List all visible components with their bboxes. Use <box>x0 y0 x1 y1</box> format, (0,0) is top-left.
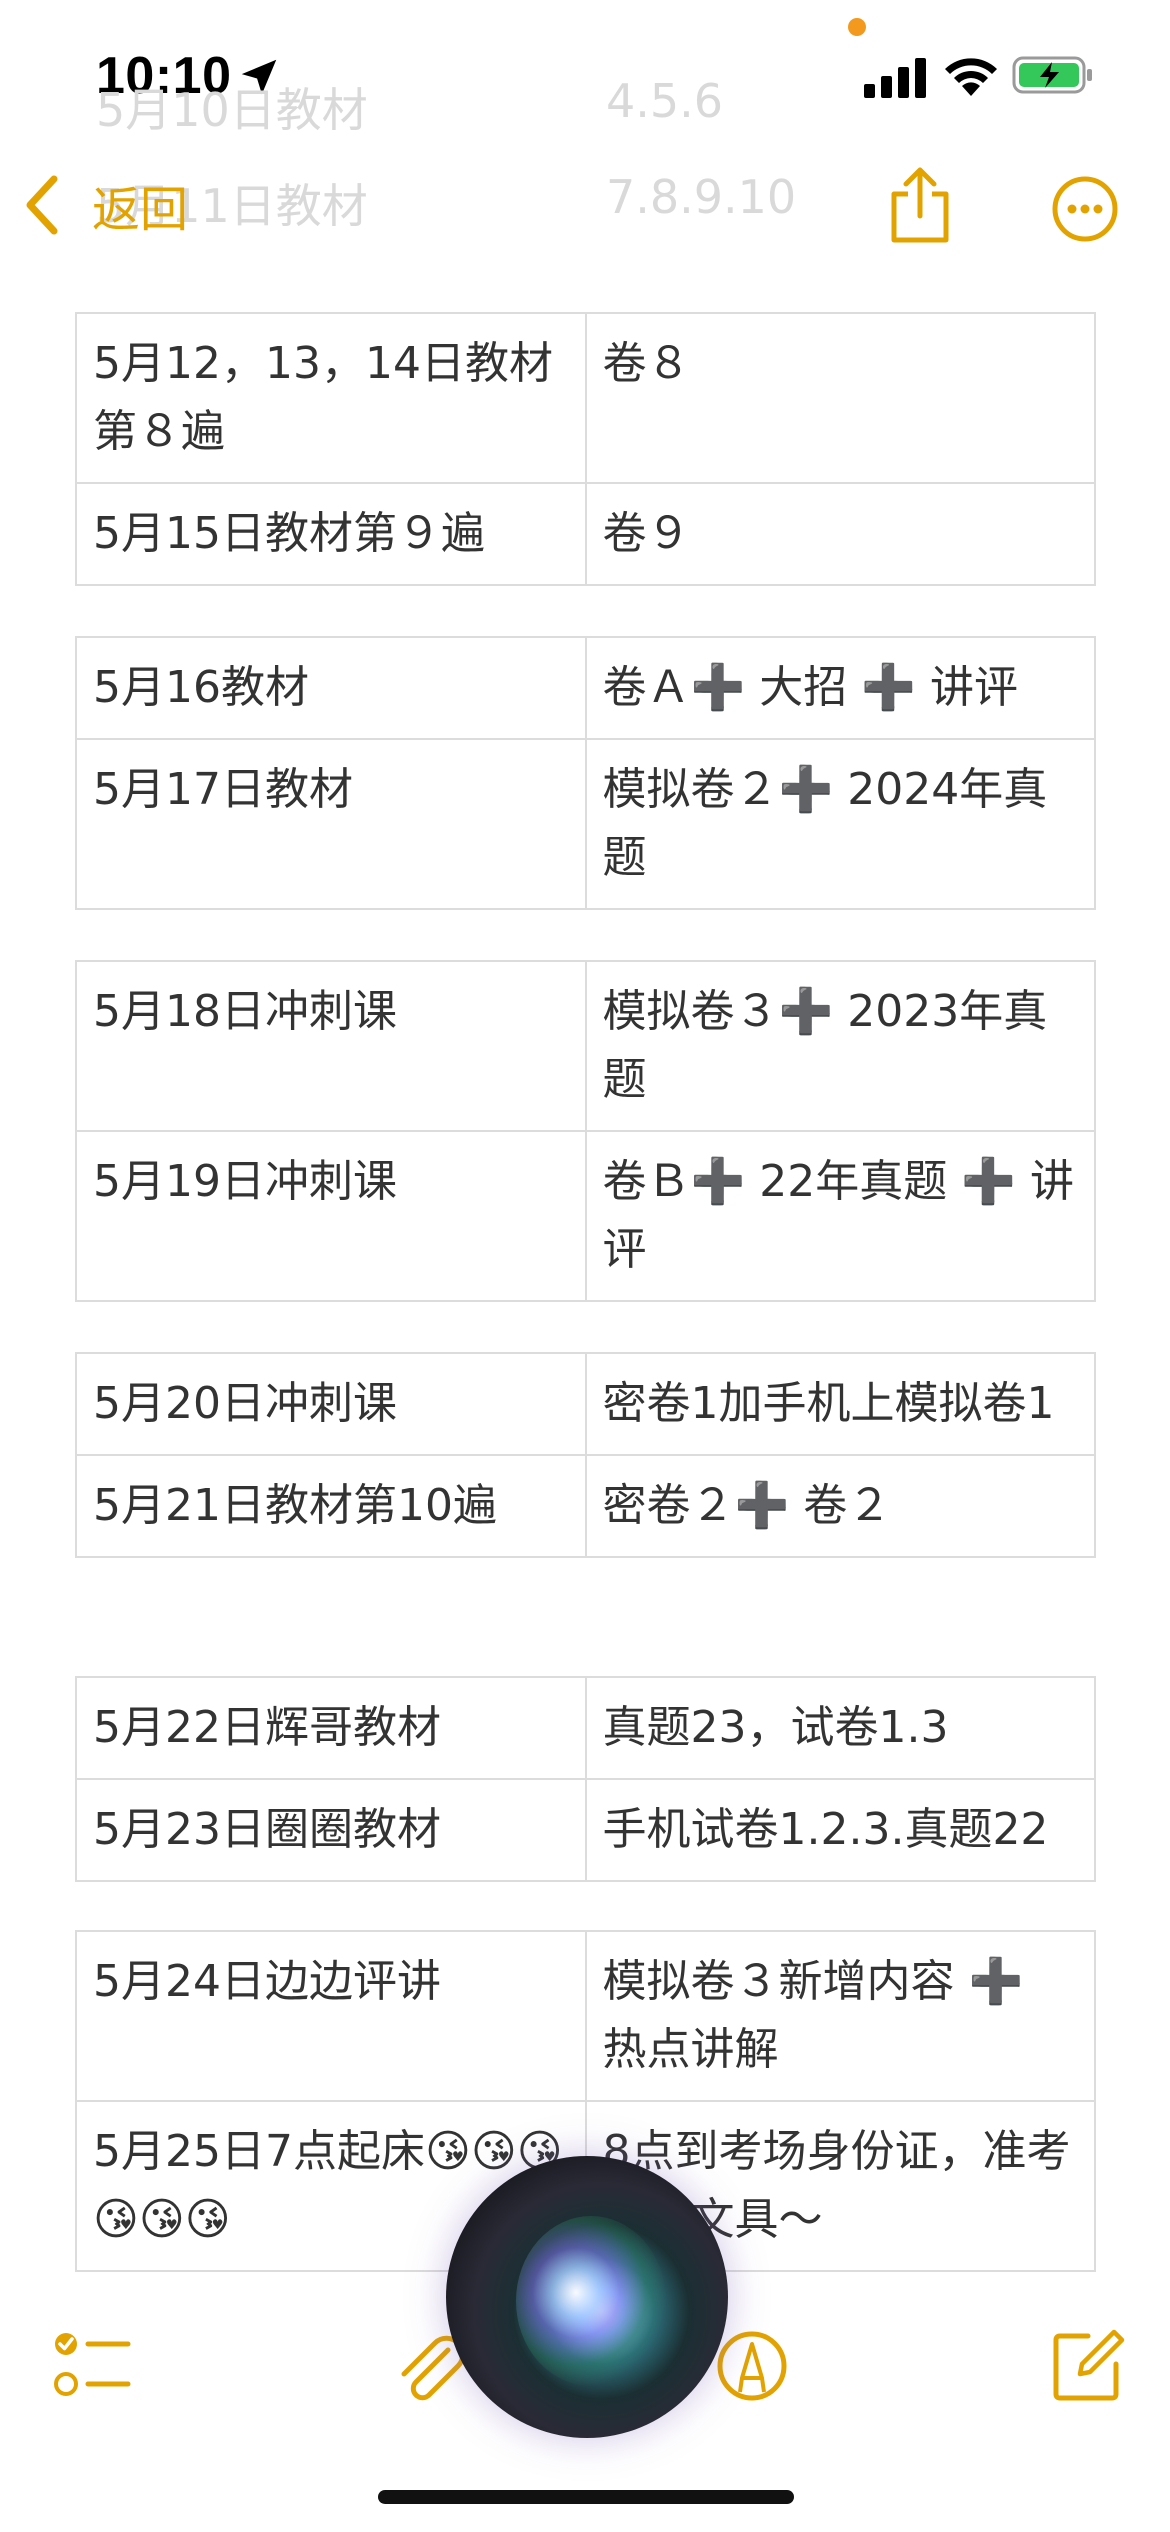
note-table-3[interactable]: 5月18日冲刺课 模拟卷３➕ 2023年真题 5月19日冲刺课 卷Ｂ➕ 22年真… <box>75 960 1096 1302</box>
table-row[interactable]: 5月15日教材第９遍 卷９ <box>75 482 1096 586</box>
back-button[interactable]: 返回 <box>22 170 188 240</box>
table-cell[interactable]: 密卷２➕ 卷２ <box>584 1454 1096 1558</box>
table-cell[interactable]: 5月18日冲刺课 <box>75 960 587 1132</box>
siri-orb[interactable] <box>446 2156 728 2438</box>
privacy-indicator-dot <box>848 18 866 36</box>
table-cell[interactable]: 密卷1加手机上模拟卷1 <box>584 1352 1096 1456</box>
compose-icon[interactable] <box>1050 2324 1126 2402</box>
table-row[interactable]: 5月16教材 卷Ａ➕ 大招 ➕ 讲评 <box>75 636 1096 740</box>
note-table-5[interactable]: 5月22日辉哥教材 真题23，试卷1.3 5月23日圈圈教材 手机试卷1.2.3… <box>75 1676 1096 1882</box>
table-row[interactable]: 5月24日边边评讲 模拟卷３新增内容 ➕ 热点讲解 <box>75 1930 1096 2102</box>
table-cell[interactable]: 5月19日冲刺课 <box>75 1130 587 1302</box>
table-row[interactable]: 5月22日辉哥教材 真题23，试卷1.3 <box>75 1676 1096 1780</box>
note-table-1[interactable]: 5月12，13，14日教材第８遍 卷８ 5月15日教材第９遍 卷９ <box>75 312 1096 586</box>
share-icon[interactable] <box>888 166 952 244</box>
table-cell[interactable]: 5月12，13，14日教材第８遍 <box>75 312 587 484</box>
table-cell[interactable]: 5月22日辉哥教材 <box>75 1676 587 1780</box>
faded-row-left-1: 5月10日教材 <box>96 83 368 137</box>
table-row[interactable]: 5月20日冲刺课 密卷1加手机上模拟卷1 <box>75 1352 1096 1456</box>
chevron-left-icon <box>26 175 58 235</box>
wifi-icon <box>945 58 997 96</box>
siri-glow <box>516 2216 666 2386</box>
table-row[interactable]: 5月19日冲刺课 卷Ｂ➕ 22年真题 ➕ 讲评 <box>75 1130 1096 1302</box>
table-row[interactable]: 5月23日圈圈教材 手机试卷1.2.3.真题22 <box>75 1778 1096 1882</box>
table-cell[interactable]: 5月21日教材第10遍 <box>75 1454 587 1558</box>
signal-icon <box>864 58 926 98</box>
table-cell[interactable]: 5月23日圈圈教材 <box>75 1778 587 1882</box>
home-indicator[interactable] <box>378 2490 794 2504</box>
table-cell[interactable]: 真题23，试卷1.3 <box>584 1676 1096 1780</box>
table-cell[interactable]: 5月16教材 <box>75 636 587 740</box>
table-cell[interactable]: 模拟卷３➕ 2023年真题 <box>584 960 1096 1132</box>
table-cell[interactable]: 手机试卷1.2.3.真题22 <box>584 1778 1096 1882</box>
table-cell[interactable]: 5月24日边边评讲 <box>75 1930 587 2102</box>
markup-pen-icon[interactable] <box>716 2330 788 2402</box>
table-cell[interactable]: 模拟卷２➕ 2024年真题 <box>584 738 1096 910</box>
table-row[interactable]: 5月18日冲刺课 模拟卷３➕ 2023年真题 <box>75 960 1096 1132</box>
table-cell[interactable]: 卷９ <box>584 482 1096 586</box>
table-cell[interactable]: 卷８ <box>584 312 1096 484</box>
table-cell[interactable]: 5月20日冲刺课 <box>75 1352 587 1456</box>
note-table-4[interactable]: 5月20日冲刺课 密卷1加手机上模拟卷1 5月21日教材第10遍 密卷２➕ 卷２ <box>75 1352 1096 1558</box>
faded-row-right-1: 4.5.6 <box>606 74 724 128</box>
table-cell[interactable]: 模拟卷３新增内容 ➕ 热点讲解 <box>584 1930 1096 2102</box>
faded-row-right-2: 7.8.9.10 <box>606 170 797 224</box>
table-row[interactable]: 5月21日教材第10遍 密卷２➕ 卷２ <box>75 1454 1096 1558</box>
table-cell[interactable]: 卷Ｂ➕ 22年真题 ➕ 讲评 <box>584 1130 1096 1302</box>
table-row[interactable]: 5月17日教材 模拟卷２➕ 2024年真题 <box>75 738 1096 910</box>
table-row[interactable]: 5月12，13，14日教材第８遍 卷８ <box>75 312 1096 484</box>
more-icon[interactable] <box>1052 176 1118 242</box>
checklist-icon[interactable] <box>52 2328 132 2400</box>
table-cell[interactable]: 5月15日教材第９遍 <box>75 482 587 586</box>
table-cell[interactable]: 5月17日教材 <box>75 738 587 910</box>
note-table-2[interactable]: 5月16教材 卷Ａ➕ 大招 ➕ 讲评 5月17日教材 模拟卷２➕ 2024年真题 <box>75 636 1096 910</box>
back-label: 返回 <box>92 182 189 238</box>
battery-charging-icon <box>1012 56 1092 94</box>
table-cell[interactable]: 卷Ａ➕ 大招 ➕ 讲评 <box>584 636 1096 740</box>
